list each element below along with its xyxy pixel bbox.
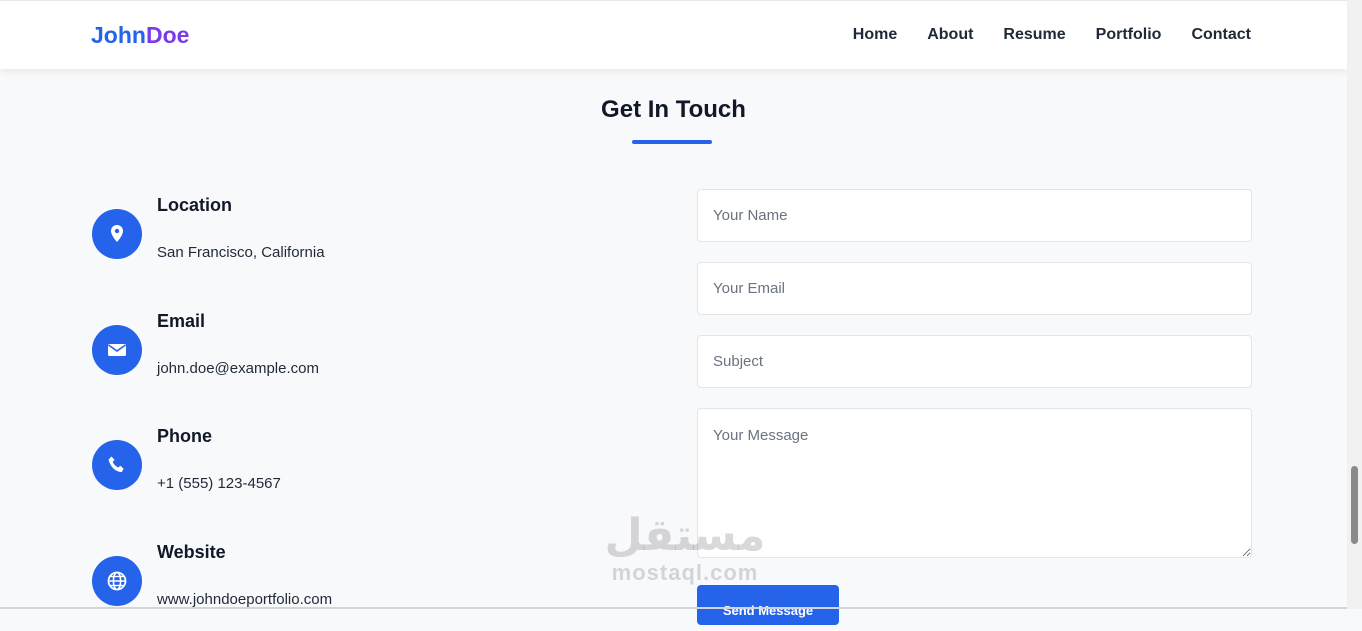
title-underline — [632, 140, 712, 144]
main-nav: Home About Resume Portfolio Contact — [853, 26, 1251, 44]
name-input[interactable] — [697, 189, 1252, 242]
website-value: www.johndoeportfolio.com — [157, 591, 333, 608]
phone-value: +1 (555) 123-4567 — [157, 475, 281, 492]
location-value: San Francisco, California — [157, 244, 325, 261]
section-title: Get In Touch — [601, 96, 746, 123]
send-message-button[interactable]: Send Message — [697, 585, 839, 625]
location-label: Location — [157, 195, 232, 215]
nav-home[interactable]: Home — [853, 26, 897, 44]
envelope-icon — [92, 325, 142, 375]
nav-resume[interactable]: Resume — [1003, 26, 1065, 44]
email-label: Email — [157, 311, 206, 331]
page-scrollbar[interactable] — [1347, 0, 1362, 609]
contact-info-website: Website www.johndoeportfolio.com — [92, 541, 592, 631]
mostaql-watermark: مستقل mostaql.com — [600, 512, 770, 586]
email-value: john.doe@example.com — [157, 360, 319, 377]
watermark-latin: mostaql.com — [611, 560, 759, 585]
website-label: Website — [157, 542, 226, 562]
phone-label: Phone — [157, 426, 213, 446]
phone-icon — [92, 440, 142, 490]
logo-last-name: Doe — [145, 22, 190, 48]
contact-info-phone: Phone +1 (555) 123-4567 — [92, 425, 592, 515]
email-input[interactable] — [697, 262, 1252, 315]
globe-icon — [92, 556, 142, 606]
contact-info-email: Email john.doe@example.com — [92, 310, 592, 400]
contact-info-location: Location San Francisco, California — [92, 194, 592, 284]
watermark-arabic: مستقل — [604, 510, 766, 561]
nav-portfolio[interactable]: Portfolio — [1096, 26, 1162, 44]
site-logo[interactable]: JohnDoe — [91, 22, 189, 49]
subject-input[interactable] — [697, 335, 1252, 388]
map-pin-icon — [92, 209, 142, 259]
logo-first-name: John — [91, 22, 146, 48]
navbar: JohnDoe Home About Resume Portfolio Cont… — [0, 0, 1347, 69]
nav-contact[interactable]: Contact — [1191, 26, 1251, 44]
scrollbar-thumb[interactable] — [1351, 466, 1358, 544]
message-textarea[interactable] — [697, 408, 1252, 558]
nav-about[interactable]: About — [927, 26, 973, 44]
